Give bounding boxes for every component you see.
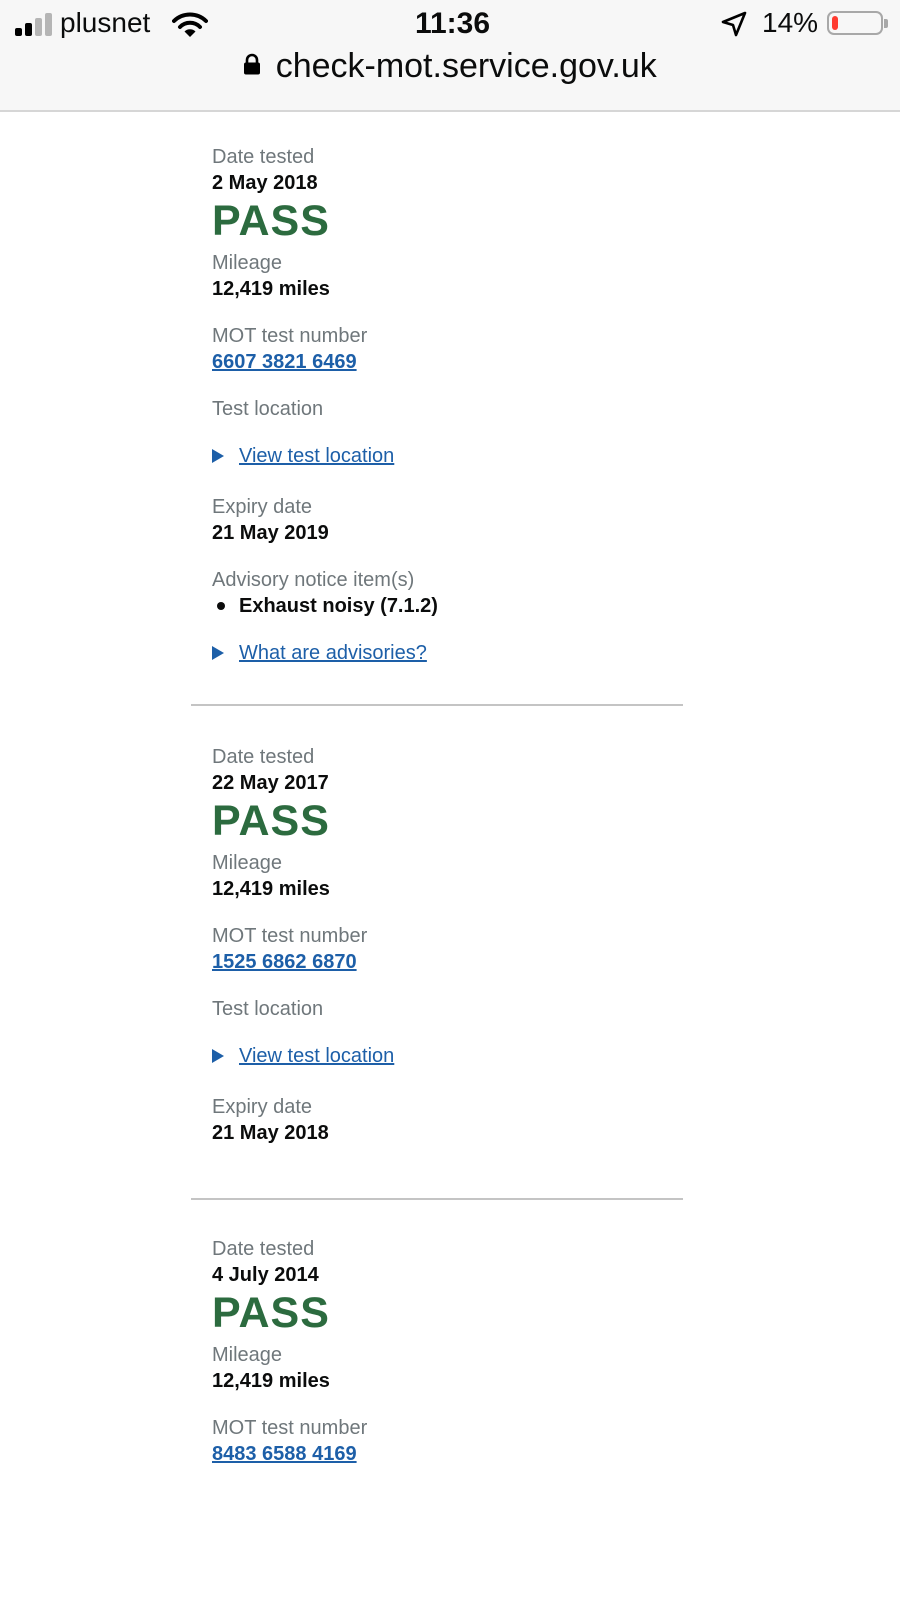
- date-tested-label: Date tested: [212, 146, 315, 168]
- date-tested-value: 22 May 2017: [212, 772, 329, 794]
- test-number-link[interactable]: 8483 6588 4169: [212, 1441, 357, 1467]
- mot-record: Date tested 22 May 2017 PASS Mileage 12,…: [191, 706, 683, 1200]
- disclosure-triangle-icon: [212, 1049, 224, 1063]
- mileage-value: 12,419 miles: [212, 278, 330, 300]
- view-test-location-toggle[interactable]: View test location: [212, 1043, 394, 1069]
- view-test-location-toggle[interactable]: View test location: [212, 443, 394, 469]
- expiry-date-label: Expiry date: [212, 1096, 313, 1118]
- date-tested-value: 2 May 2018: [212, 172, 318, 194]
- url-text: check-mot.service.gov.uk: [275, 47, 657, 85]
- view-test-location-link[interactable]: View test location: [239, 1043, 394, 1069]
- test-number-label: MOT test number: [212, 925, 368, 947]
- test-number-label: MOT test number: [212, 325, 368, 347]
- mileage-label: Mileage: [212, 852, 283, 874]
- disclosure-triangle-icon: [212, 449, 224, 463]
- battery-percentage: 14%: [762, 7, 819, 38]
- mot-history: Date tested 2 May 2018 PASS Mileage 12,4…: [191, 112, 683, 1580]
- test-number-link[interactable]: 1525 6862 6870: [212, 949, 357, 975]
- expiry-date-value: 21 May 2019: [212, 522, 329, 544]
- test-location-label: Test location: [212, 398, 324, 420]
- view-test-location-link[interactable]: View test location: [239, 443, 394, 469]
- address-bar[interactable]: check-mot.service.gov.uk: [0, 47, 900, 86]
- battery-level: [832, 16, 838, 30]
- bullet-icon: [217, 602, 225, 610]
- test-result: PASS: [212, 1289, 330, 1337]
- advisory-label: Advisory notice item(s): [212, 569, 415, 591]
- mileage-value: 12,419 miles: [212, 878, 330, 900]
- date-tested-value: 4 July 2014: [212, 1264, 319, 1286]
- list-item: Exhaust noisy (7.1.2): [212, 593, 438, 619]
- expiry-date-value: 21 May 2018: [212, 1122, 329, 1144]
- what-are-advisories-toggle[interactable]: What are advisories?: [212, 640, 427, 666]
- test-number-label: MOT test number: [212, 1417, 368, 1439]
- what-are-advisories-link[interactable]: What are advisories?: [239, 640, 427, 666]
- date-tested-label: Date tested: [212, 1238, 315, 1260]
- lock-icon: [244, 53, 261, 74]
- mot-record: Date tested 2 May 2018 PASS Mileage 12,4…: [191, 112, 683, 706]
- battery-icon: [827, 11, 888, 35]
- advisory-text: Exhaust noisy (7.1.2): [239, 595, 438, 617]
- browser-top-bar: plusnet 11:36 14% check-mot.service.gov.…: [0, 0, 900, 112]
- test-location-label: Test location: [212, 998, 324, 1020]
- disclosure-triangle-icon: [212, 646, 224, 660]
- mileage-value: 12,419 miles: [212, 1370, 330, 1392]
- mot-record: Date tested 4 July 2014 PASS Mileage 12,…: [191, 1200, 683, 1580]
- test-result: PASS: [212, 797, 330, 845]
- date-tested-label: Date tested: [212, 746, 315, 768]
- test-result: PASS: [212, 197, 330, 245]
- expiry-date-label: Expiry date: [212, 496, 313, 518]
- mileage-label: Mileage: [212, 252, 283, 274]
- location-arrow-icon: [721, 11, 747, 37]
- advisory-list: Exhaust noisy (7.1.2): [212, 593, 438, 619]
- test-number-link[interactable]: 6607 3821 6469: [212, 349, 357, 375]
- mileage-label: Mileage: [212, 1344, 283, 1366]
